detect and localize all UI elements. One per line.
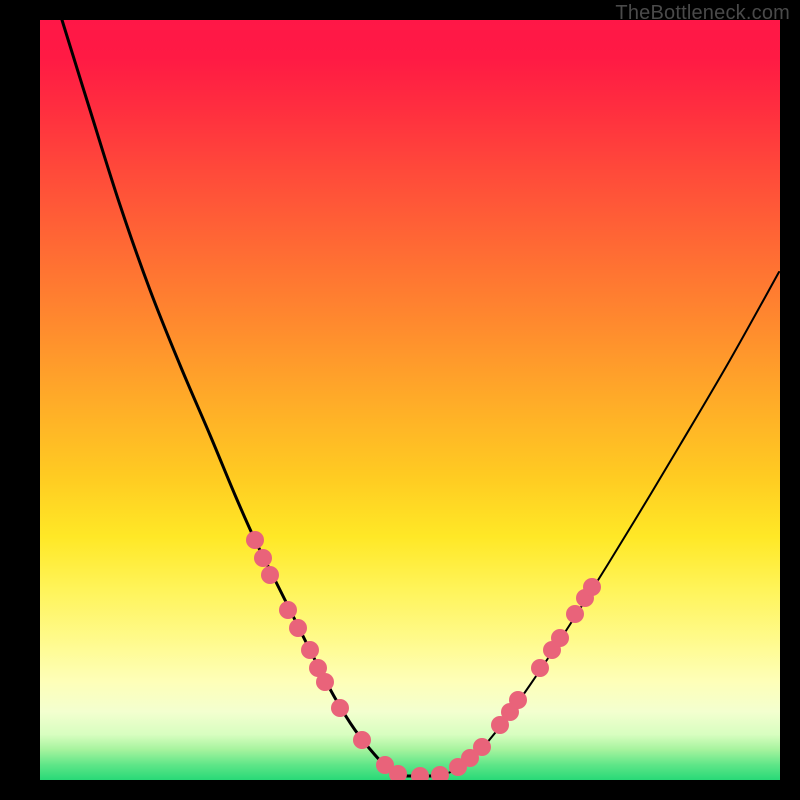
data-marker: [254, 549, 272, 567]
data-marker: [246, 531, 264, 549]
data-marker: [261, 566, 279, 584]
data-marker: [583, 578, 601, 596]
data-marker: [566, 605, 584, 623]
data-marker: [411, 767, 429, 780]
series-right-curve: [440, 272, 779, 776]
curve-markers: [246, 531, 601, 780]
curve-lines: [62, 20, 779, 776]
data-marker: [531, 659, 549, 677]
chart-container: TheBottleneck.com: [0, 0, 800, 800]
data-marker: [279, 601, 297, 619]
data-marker: [509, 691, 527, 709]
data-marker: [301, 641, 319, 659]
series-left-curve: [62, 20, 400, 776]
data-marker: [353, 731, 371, 749]
plot-area: [40, 20, 780, 780]
data-marker: [431, 766, 449, 780]
data-marker: [331, 699, 349, 717]
data-marker: [551, 629, 569, 647]
data-marker: [289, 619, 307, 637]
curve-svg: [40, 20, 780, 780]
data-marker: [473, 738, 491, 756]
data-marker: [316, 673, 334, 691]
